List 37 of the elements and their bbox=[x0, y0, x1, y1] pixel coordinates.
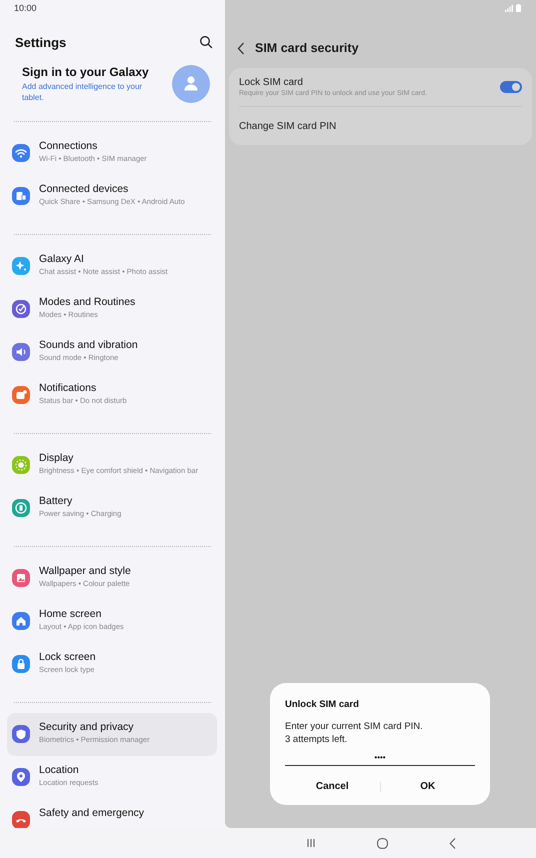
search-button[interactable] bbox=[197, 33, 215, 51]
item-title: Sounds and vibration bbox=[39, 339, 138, 352]
account-title[interactable]: Sign in to your Galaxy bbox=[22, 65, 162, 79]
home-icon bbox=[376, 838, 388, 848]
item-title: Safety and emergency bbox=[39, 807, 144, 820]
avatar-icon bbox=[172, 65, 210, 103]
back-icon bbox=[448, 838, 456, 848]
setting-title: Lock SIM card bbox=[239, 77, 304, 88]
signal-icon bbox=[505, 5, 513, 12]
toggle-switch[interactable] bbox=[500, 81, 522, 93]
item-title: Lock screen bbox=[39, 651, 96, 664]
item-title: Display bbox=[39, 452, 74, 465]
item-title: Location bbox=[39, 764, 80, 777]
page-title: Settings bbox=[15, 34, 66, 50]
item-title: Connected devices bbox=[39, 183, 130, 196]
recent-apps-icon bbox=[306, 838, 316, 848]
account-subtitle: Add advanced intelligence to your tablet. bbox=[22, 81, 144, 103]
setting-item[interactable]: Change SIM card PIN bbox=[239, 120, 336, 132]
item-title: Notifications bbox=[39, 382, 98, 395]
ok-button[interactable]: OK bbox=[380, 776, 475, 797]
status-time: 10:00 bbox=[14, 3, 37, 13]
search-icon bbox=[199, 35, 213, 49]
page-title: SIM card security bbox=[255, 41, 359, 55]
cancel-button[interactable]: Cancel bbox=[285, 776, 380, 797]
item-title: Connections bbox=[39, 140, 98, 153]
settings-item[interactable]: Safety and emergency bbox=[7, 799, 217, 828]
dialog-message: Enter your current SIM card PIN. 3 attempts left. bbox=[285, 720, 424, 746]
item-title: Battery bbox=[39, 495, 74, 508]
item-title: Home screen bbox=[39, 608, 102, 621]
item-title: Modes and Routines bbox=[39, 296, 136, 309]
dialog-title: Unlock SIM card bbox=[285, 699, 360, 710]
pin-field[interactable]: •••• bbox=[285, 749, 475, 766]
item-title: Galaxy AI bbox=[39, 253, 85, 266]
battery-status-icon bbox=[516, 4, 521, 12]
item-title: Security and privacy bbox=[39, 721, 135, 734]
back-icon bbox=[237, 42, 245, 54]
item-title: Wallpaper and style bbox=[39, 565, 131, 578]
